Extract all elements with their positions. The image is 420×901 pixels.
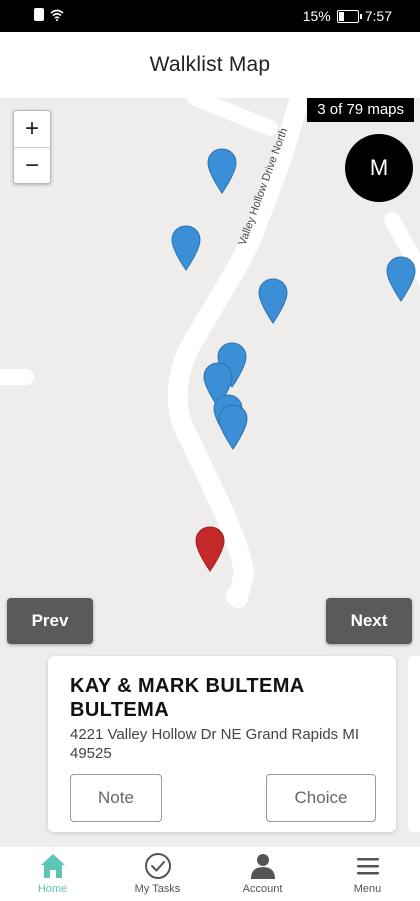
prev-button[interactable]: Prev (7, 598, 93, 644)
nav-home-label: Home (37, 883, 68, 895)
page-title: Walklist Map (149, 53, 271, 76)
location-pin[interactable] (258, 278, 288, 324)
zoom-out-button[interactable]: − (14, 147, 50, 183)
person-icon (250, 854, 275, 879)
wifi-icon (50, 9, 64, 21)
bottom-nav: Home My Tasks Account Menu (0, 846, 420, 901)
nav-account-label: Account (242, 883, 283, 895)
nav-menu[interactable]: Menu (315, 847, 420, 901)
app-header: Walklist Map (0, 32, 420, 98)
resident-name: KAY & MARK BULTEMA BULTEMA (70, 675, 304, 721)
resident-address: 4221 Valley Hollow Dr NE Grand Rapids MI… (70, 726, 360, 762)
choice-button[interactable]: Choice (266, 774, 376, 822)
nav-menu-label: Menu (353, 883, 382, 895)
zoom-in-button[interactable]: + (14, 111, 50, 147)
nav-my-tasks-label: My Tasks (134, 883, 181, 895)
home-icon (40, 854, 65, 878)
location-pin[interactable] (171, 225, 201, 271)
selected-location-pin[interactable] (195, 526, 225, 572)
address-card[interactable]: KAY & MARK BULTEMA BULTEMA 4221 Valley H… (48, 656, 396, 832)
battery-percent: 15% (302, 8, 331, 24)
status-bar: 15% 7:57 (0, 0, 420, 32)
note-button[interactable]: Note (70, 774, 162, 822)
map-counter: 3 of 79 maps (307, 98, 414, 122)
check-circle-icon (144, 853, 171, 879)
zoom-control: + − (13, 110, 51, 184)
sim-icon (34, 8, 44, 21)
location-pin[interactable] (218, 404, 248, 450)
battery-icon (336, 9, 362, 23)
next-card-peek[interactable] (408, 656, 420, 832)
next-button[interactable]: Next (326, 598, 412, 644)
mode-button[interactable]: M (345, 134, 413, 202)
clock: 7:57 (364, 8, 392, 24)
location-pin[interactable] (386, 256, 416, 302)
menu-icon (356, 858, 379, 875)
nav-account[interactable]: Account (210, 847, 315, 901)
location-pin[interactable] (207, 148, 237, 194)
nav-home[interactable]: Home (0, 847, 105, 901)
nav-my-tasks[interactable]: My Tasks (105, 847, 210, 901)
